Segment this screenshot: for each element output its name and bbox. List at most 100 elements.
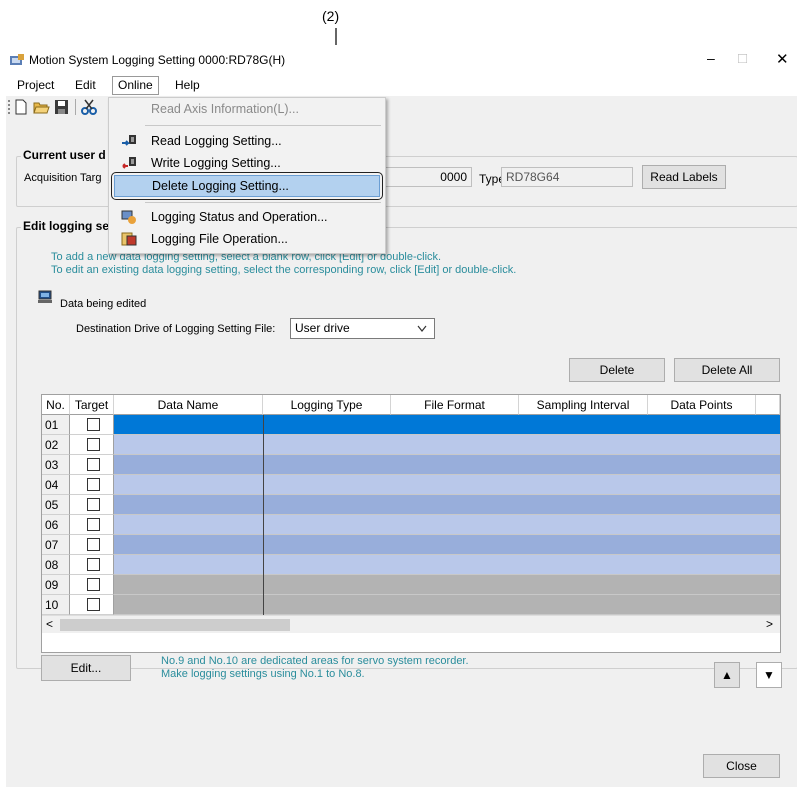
computer-icon <box>38 290 52 303</box>
target-checkbox[interactable] <box>87 498 100 511</box>
row-number: 09 <box>42 575 70 595</box>
row-data-cells[interactable] <box>114 475 780 495</box>
column-header-logging-type: Logging Type <box>263 395 391 415</box>
row-number: 06 <box>42 515 70 535</box>
table-row[interactable]: 07 <box>42 535 780 555</box>
address-value: 0000 <box>440 170 467 184</box>
target-cell <box>70 515 114 535</box>
menu-read-logging-setting[interactable]: Read Logging Setting... <box>109 130 385 152</box>
table-row[interactable]: 01 <box>42 415 780 435</box>
target-checkbox[interactable] <box>87 438 100 451</box>
up-arrow-icon: ▲ <box>721 668 733 682</box>
minimize-button[interactable]: – <box>707 50 715 66</box>
table-row[interactable]: 04 <box>42 475 780 495</box>
maximize-button[interactable]: □ <box>738 50 747 67</box>
note-line-1: No.9 and No.10 are dedicated areas for s… <box>161 655 469 667</box>
menu-logging-status-operation[interactable]: Logging Status and Operation... <box>109 206 385 228</box>
column-header-data-points: Data Points <box>648 395 756 415</box>
online-menu-dropdown: Read Axis Information(L)... Read Logging… <box>108 97 386 254</box>
open-folder-icon[interactable] <box>33 99 50 115</box>
type-field: RD78G64 <box>501 167 633 187</box>
target-checkbox[interactable] <box>87 518 100 531</box>
target-cell <box>70 595 114 615</box>
table-row[interactable]: 05 <box>42 495 780 515</box>
target-cell <box>70 575 114 595</box>
target-checkbox[interactable] <box>87 598 100 611</box>
row-number: 10 <box>42 595 70 615</box>
edit-button-label: Edit... <box>70 661 102 675</box>
target-cell <box>70 475 114 495</box>
table-row[interactable]: 06 <box>42 515 780 535</box>
move-down-button[interactable]: ▼ <box>756 662 782 688</box>
menu-edit[interactable]: Edit <box>72 77 99 94</box>
edit-button[interactable]: Edit... <box>41 655 131 681</box>
menu-separator <box>145 202 381 203</box>
move-up-button[interactable]: ▲ <box>714 662 740 688</box>
row-data-cells[interactable] <box>114 555 780 575</box>
delete-button[interactable]: Delete <box>569 358 665 382</box>
row-data-cells[interactable] <box>114 535 780 555</box>
read-icon <box>122 135 136 146</box>
table-row[interactable]: 10 <box>42 595 780 615</box>
destination-drive-value: User drive <box>295 321 350 335</box>
target-cell <box>70 535 114 555</box>
menu-callout-outline <box>111 172 383 200</box>
table-row[interactable]: 08 <box>42 555 780 575</box>
row-number: 02 <box>42 435 70 455</box>
logging-settings-table[interactable]: No. Target Data Name Logging Type File F… <box>41 394 781 653</box>
menu-read-axis-information[interactable]: Read Axis Information(L)... <box>109 98 385 120</box>
menu-help[interactable]: Help <box>172 77 203 94</box>
target-checkbox[interactable] <box>87 538 100 551</box>
column-header-target: Target <box>70 395 114 415</box>
row-data-cells[interactable] <box>114 575 780 595</box>
table-row[interactable]: 03 <box>42 455 780 475</box>
row-data-cells[interactable] <box>114 415 780 435</box>
close-button[interactable]: Close <box>703 754 780 778</box>
row-data-cells[interactable] <box>114 515 780 535</box>
row-data-cells[interactable] <box>114 495 780 515</box>
scrollbar-thumb[interactable] <box>60 619 290 631</box>
target-checkbox[interactable] <box>87 418 100 431</box>
scroll-right-arrow[interactable]: > <box>766 617 773 631</box>
row-number: 01 <box>42 415 70 435</box>
row-number: 08 <box>42 555 70 575</box>
target-checkbox[interactable] <box>87 578 100 591</box>
read-labels-label: Read Labels <box>650 170 718 184</box>
acquisition-target-label: Acquisition Targ <box>24 172 102 184</box>
type-value: RD78G64 <box>506 170 560 184</box>
row-data-cells[interactable] <box>114 595 780 615</box>
close-window-button[interactable]: ✕ <box>776 50 789 68</box>
target-checkbox[interactable] <box>87 478 100 491</box>
row-number: 05 <box>42 495 70 515</box>
write-icon <box>122 157 136 169</box>
menu-bar: Project Edit Online Help <box>6 75 797 96</box>
destination-drive-select[interactable]: User drive <box>290 318 435 339</box>
delete-all-button[interactable]: Delete All <box>674 358 780 382</box>
target-checkbox[interactable] <box>87 458 100 471</box>
row-data-cells[interactable] <box>114 455 780 475</box>
column-divider <box>263 415 264 615</box>
down-arrow-icon: ▼ <box>763 668 775 682</box>
menu-write-logging-setting[interactable]: Write Logging Setting... <box>109 152 385 174</box>
menu-logging-file-operation[interactable]: Logging File Operation... <box>109 228 385 250</box>
edit-logging-title: Edit logging se <box>21 219 111 233</box>
current-user-title: Current user d <box>21 148 108 162</box>
read-labels-button[interactable]: Read Labels <box>642 165 726 189</box>
toolbar-separator <box>75 99 76 115</box>
target-cell <box>70 495 114 515</box>
cut-icon[interactable] <box>81 99 97 115</box>
target-checkbox[interactable] <box>87 558 100 571</box>
file-icon <box>121 232 137 246</box>
horizontal-scrollbar[interactable]: < > <box>42 615 780 633</box>
save-icon[interactable] <box>54 99 69 115</box>
target-cell <box>70 415 114 435</box>
menu-online[interactable]: Online <box>112 76 159 95</box>
menu-project[interactable]: Project <box>14 77 57 94</box>
target-cell <box>70 555 114 575</box>
delete-all-button-label: Delete All <box>701 363 753 377</box>
new-file-icon[interactable] <box>14 99 28 115</box>
table-row[interactable]: 09 <box>42 575 780 595</box>
scroll-left-arrow[interactable]: < <box>46 617 53 631</box>
row-data-cells[interactable] <box>114 435 780 455</box>
table-row[interactable]: 02 <box>42 435 780 455</box>
